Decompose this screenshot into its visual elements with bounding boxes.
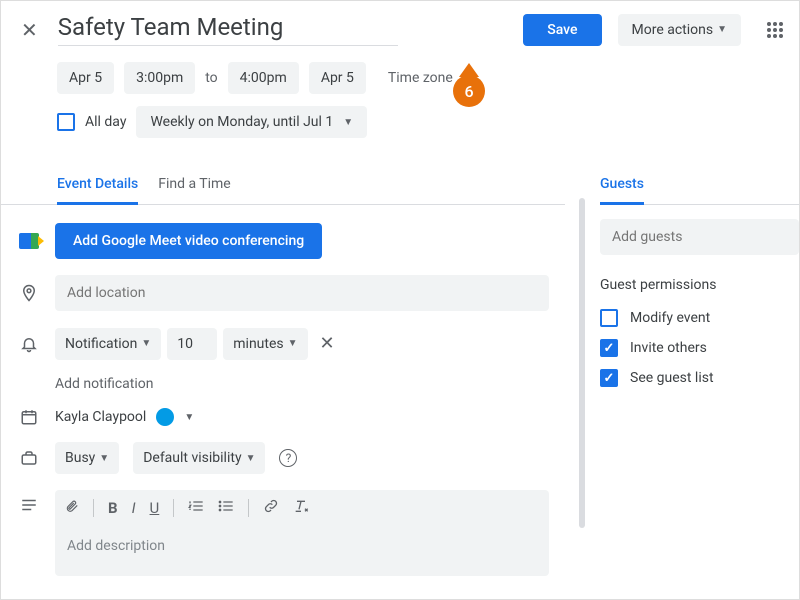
tutorial-marker: 6 <box>453 63 485 107</box>
description-toolbar: B I U <box>55 490 549 526</box>
description-textarea[interactable]: Add description <box>55 526 549 576</box>
end-date-chip[interactable]: Apr 5 <box>309 62 366 94</box>
tab-guests[interactable]: Guests <box>600 166 644 205</box>
invite-others-label: Invite others <box>630 340 707 356</box>
modify-event-label: Modify event <box>630 310 710 326</box>
meet-icon <box>17 233 41 249</box>
event-title-input[interactable] <box>58 13 398 46</box>
italic-icon[interactable]: I <box>132 499 136 517</box>
add-notification-link[interactable]: Add notification <box>1 368 565 400</box>
notification-value-input[interactable]: 10 <box>167 328 217 360</box>
close-icon[interactable]: ✕ <box>17 14 42 46</box>
recurrence-dropdown[interactable]: Weekly on Monday, until Jul 1▼ <box>136 106 367 138</box>
add-guests-input[interactable] <box>600 219 799 255</box>
see-guest-list-checkbox[interactable] <box>600 369 618 387</box>
to-label: to <box>205 70 217 86</box>
tab-find-a-time[interactable]: Find a Time <box>158 166 231 204</box>
modify-event-checkbox[interactable] <box>600 309 618 327</box>
availability-dropdown[interactable]: Busy▼ <box>55 442 119 474</box>
briefcase-icon <box>17 449 41 467</box>
add-meet-button[interactable]: Add Google Meet video conferencing <box>55 223 322 259</box>
calendar-icon <box>17 408 41 426</box>
end-time-chip[interactable]: 4:00pm <box>228 62 299 94</box>
start-time-chip[interactable]: 3:00pm <box>124 62 195 94</box>
apps-grid-icon[interactable] <box>767 22 783 38</box>
underline-icon[interactable]: U <box>150 499 160 517</box>
notification-type-dropdown[interactable]: Notification▼ <box>55 328 161 360</box>
notification-unit-dropdown[interactable]: minutes▼ <box>223 328 307 360</box>
clear-format-icon[interactable] <box>293 499 309 517</box>
visibility-dropdown[interactable]: Default visibility▼ <box>133 442 265 474</box>
allday-checkbox[interactable] <box>57 113 75 131</box>
invite-others-checkbox[interactable] <box>600 339 618 357</box>
start-date-chip[interactable]: Apr 5 <box>57 62 114 94</box>
bell-icon <box>17 335 41 353</box>
scrollbar[interactable] <box>579 198 585 528</box>
guest-permissions-title: Guest permissions <box>600 277 799 293</box>
allday-label: All day <box>85 114 126 130</box>
numbered-list-icon[interactable] <box>188 499 204 517</box>
calendar-color-caret[interactable]: ▼ <box>184 412 194 423</box>
bullet-list-icon[interactable] <box>218 499 234 517</box>
bold-icon[interactable]: B <box>108 499 118 517</box>
location-input[interactable] <box>55 275 549 311</box>
timezone-link[interactable]: Time zone <box>388 70 453 86</box>
remove-notification-icon[interactable]: ✕ <box>314 327 341 360</box>
link-icon[interactable] <box>263 499 279 517</box>
calendar-owner: Kayla Claypool <box>55 409 146 425</box>
save-button[interactable]: Save <box>523 14 601 46</box>
help-icon[interactable]: ? <box>279 449 297 467</box>
see-guest-list-label: See guest list <box>630 370 714 386</box>
description-icon <box>17 490 41 512</box>
location-icon <box>17 284 41 302</box>
tab-event-details[interactable]: Event Details <box>57 166 138 205</box>
attach-icon[interactable] <box>65 498 79 518</box>
calendar-color-swatch[interactable] <box>156 408 174 426</box>
more-actions-button[interactable]: More actions▼ <box>618 14 742 46</box>
